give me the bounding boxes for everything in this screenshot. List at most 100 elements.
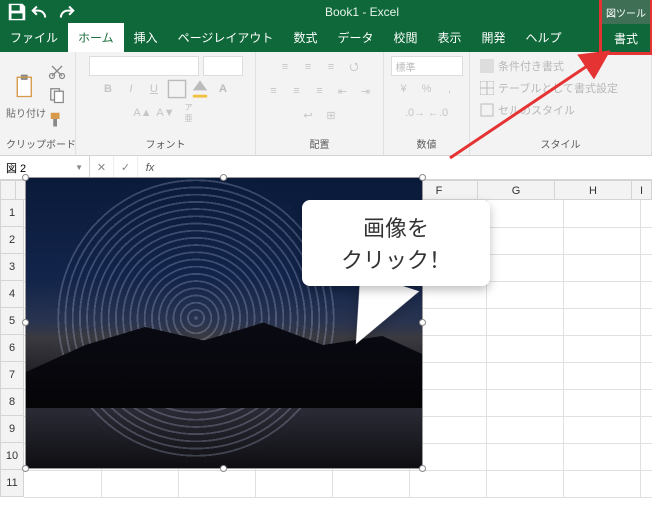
tab-formulas[interactable]: 数式 bbox=[283, 23, 327, 52]
format-as-table-label: テーブルとして書式設定 bbox=[498, 80, 618, 96]
callout-line2: クリック！ bbox=[341, 243, 451, 275]
tab-data[interactable]: データ bbox=[327, 23, 383, 52]
resize-handle-w[interactable] bbox=[22, 319, 29, 326]
decrease-font-icon[interactable]: A▼ bbox=[156, 103, 176, 123]
currency-icon[interactable]: ¥ bbox=[394, 79, 414, 99]
ribbon-tabs: ファイル ホーム 挿入 ページレイアウト 数式 データ 校閲 表示 開発 ヘルプ… bbox=[0, 24, 652, 52]
align-right-icon[interactable]: ≡ bbox=[310, 81, 330, 101]
save-icon[interactable] bbox=[6, 2, 28, 22]
percent-icon[interactable]: % bbox=[417, 79, 437, 99]
cell-styles-label: セルのスタイル bbox=[498, 102, 575, 118]
chevron-down-icon: ▼ bbox=[75, 163, 83, 172]
resize-handle-nw[interactable] bbox=[22, 174, 29, 181]
row-4[interactable]: 4 bbox=[0, 281, 24, 308]
underline-button[interactable]: U bbox=[144, 79, 164, 99]
resize-handle-s[interactable] bbox=[220, 465, 227, 472]
col-I[interactable]: I bbox=[632, 180, 652, 200]
group-alignment-label: 配置 bbox=[262, 134, 377, 153]
group-styles: 条件付き書式 テーブルとして書式設定 セルのスタイル スタイル bbox=[470, 52, 652, 155]
align-top-icon[interactable]: ≡ bbox=[275, 57, 295, 77]
resize-handle-ne[interactable] bbox=[419, 174, 426, 181]
callout-line1: 画像を bbox=[363, 211, 429, 243]
align-bottom-icon[interactable]: ≡ bbox=[321, 57, 341, 77]
orientation-icon[interactable]: ⭯ bbox=[344, 57, 364, 77]
row-9[interactable]: 9 bbox=[0, 416, 24, 443]
group-alignment: ≡ ≡ ≡ ⭯ ≡ ≡ ≡ ⇤ ⇥ ↩ ⊞ 配置 bbox=[256, 52, 384, 155]
indent-decrease-icon[interactable]: ⇤ bbox=[333, 81, 353, 101]
group-styles-label: スタイル bbox=[476, 134, 645, 153]
format-painter-icon[interactable] bbox=[47, 109, 67, 129]
font-size-combo[interactable] bbox=[203, 56, 243, 76]
border-button[interactable] bbox=[167, 79, 187, 99]
group-font-label: フォント bbox=[82, 134, 249, 153]
row-2[interactable]: 2 bbox=[0, 227, 24, 254]
name-box[interactable]: 図 2 ▼ bbox=[0, 156, 90, 179]
align-left-icon[interactable]: ≡ bbox=[264, 81, 284, 101]
tab-file[interactable]: ファイル bbox=[0, 23, 68, 52]
ruby-icon[interactable]: ア亜 bbox=[179, 103, 199, 123]
comma-icon[interactable]: , bbox=[440, 79, 460, 99]
resize-handle-sw[interactable] bbox=[22, 465, 29, 472]
cut-icon[interactable] bbox=[47, 61, 67, 81]
merge-center-icon[interactable]: ⊞ bbox=[321, 105, 341, 125]
number-format-combo[interactable]: 標準 bbox=[391, 56, 463, 76]
group-font: B I U A A▲ A▼ ア亜 フォント bbox=[76, 52, 256, 155]
align-center-icon[interactable]: ≡ bbox=[287, 81, 307, 101]
tab-format[interactable]: 書式 bbox=[602, 24, 650, 52]
resize-handle-n[interactable] bbox=[220, 174, 227, 181]
increase-font-icon[interactable]: A▲ bbox=[133, 103, 153, 123]
undo-icon[interactable] bbox=[30, 2, 52, 22]
decrease-decimal-icon[interactable]: ←.0 bbox=[428, 103, 448, 123]
font-color-button[interactable]: A bbox=[213, 79, 233, 99]
paste-label: 貼り付け bbox=[6, 105, 46, 120]
row-1[interactable]: 1 bbox=[0, 200, 24, 227]
group-number-label: 数値 bbox=[390, 134, 463, 153]
font-name-combo[interactable] bbox=[89, 56, 199, 76]
window-title: Book1 - Excel bbox=[78, 5, 646, 19]
col-H[interactable]: H bbox=[555, 180, 632, 200]
row-11[interactable]: 11 bbox=[0, 470, 24, 497]
tab-help[interactable]: ヘルプ bbox=[516, 23, 572, 52]
indent-increase-icon[interactable]: ⇥ bbox=[356, 81, 376, 101]
wrap-text-icon[interactable]: ↩ bbox=[298, 105, 318, 125]
quick-access-toolbar: Book1 - Excel bbox=[0, 0, 652, 24]
row-10[interactable]: 10 bbox=[0, 443, 24, 470]
align-middle-icon[interactable]: ≡ bbox=[298, 57, 318, 77]
contextual-group-label: 図ツール bbox=[602, 0, 650, 24]
group-clipboard: 貼り付け クリップボード bbox=[0, 52, 76, 155]
fx-icon[interactable]: fx bbox=[138, 156, 162, 179]
conditional-formatting-button[interactable]: 条件付き書式 bbox=[476, 56, 568, 76]
italic-button[interactable]: I bbox=[121, 79, 141, 99]
group-number: 標準 ¥ % , .0→ ←.0 数値 bbox=[384, 52, 470, 155]
tab-insert[interactable]: 挿入 bbox=[124, 23, 168, 52]
tab-home[interactable]: ホーム bbox=[68, 23, 124, 52]
increase-decimal-icon[interactable]: .0→ bbox=[405, 103, 425, 123]
format-as-table-button[interactable]: テーブルとして書式設定 bbox=[476, 78, 622, 98]
tab-review[interactable]: 校閲 bbox=[383, 23, 427, 52]
name-box-value: 図 2 bbox=[6, 160, 26, 176]
row-6[interactable]: 6 bbox=[0, 335, 24, 362]
cancel-formula-icon[interactable]: ✕ bbox=[90, 156, 114, 179]
bold-button[interactable]: B bbox=[98, 79, 118, 99]
cell-styles-button[interactable]: セルのスタイル bbox=[476, 100, 579, 120]
row-7[interactable]: 7 bbox=[0, 362, 24, 389]
redo-icon[interactable] bbox=[54, 2, 76, 22]
col-G[interactable]: G bbox=[478, 180, 555, 200]
select-all-corner[interactable] bbox=[0, 180, 16, 200]
tab-pagelayout[interactable]: ページレイアウト bbox=[168, 23, 284, 52]
ribbon: 貼り付け クリップボード B I U A bbox=[0, 52, 652, 156]
row-8[interactable]: 8 bbox=[0, 389, 24, 416]
enter-formula-icon[interactable]: ✓ bbox=[114, 156, 138, 179]
copy-icon[interactable] bbox=[47, 85, 67, 105]
resize-handle-e[interactable] bbox=[419, 319, 426, 326]
row-headers: 1 2 3 4 5 6 7 8 9 10 11 bbox=[0, 200, 24, 497]
group-clipboard-label: クリップボード bbox=[6, 134, 69, 153]
row-5[interactable]: 5 bbox=[0, 308, 24, 335]
tab-view[interactable]: 表示 bbox=[427, 23, 471, 52]
annotation-callout: 画像を クリック！ bbox=[302, 200, 490, 286]
tab-developer[interactable]: 開発 bbox=[472, 23, 516, 52]
fill-color-button[interactable] bbox=[190, 79, 210, 99]
paste-button[interactable]: 貼り付け bbox=[6, 70, 46, 120]
resize-handle-se[interactable] bbox=[419, 465, 426, 472]
row-3[interactable]: 3 bbox=[0, 254, 24, 281]
